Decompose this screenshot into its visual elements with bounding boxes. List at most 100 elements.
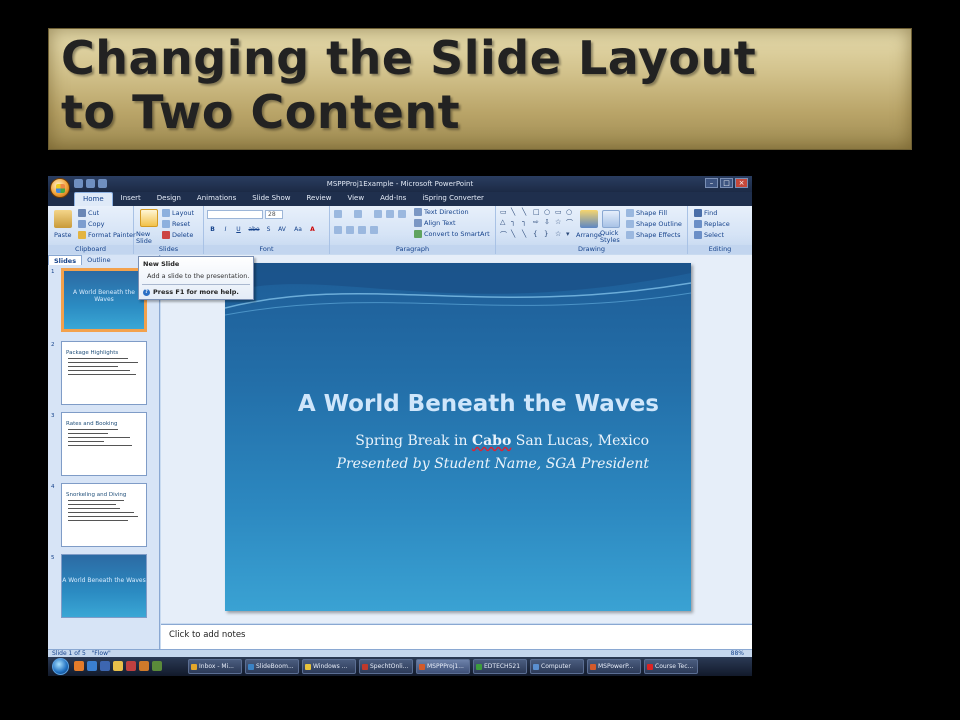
spacing-button[interactable]: AV xyxy=(276,226,288,234)
folder-icon[interactable] xyxy=(113,661,123,671)
shape-outline-button[interactable]: Shape Outline xyxy=(626,220,682,228)
tab-slides[interactable]: Slides xyxy=(48,255,83,265)
shape-icon[interactable]: ⇨ xyxy=(533,218,542,228)
office-button[interactable] xyxy=(50,178,70,198)
cut-button[interactable]: Cut xyxy=(78,209,99,217)
shape-icon[interactable]: ╲ xyxy=(511,230,520,240)
shape-icon[interactable]: △ xyxy=(500,218,509,228)
shape-icon[interactable]: ┐ xyxy=(522,218,531,228)
numbering-icon[interactable] xyxy=(354,210,362,218)
delete-button[interactable]: Delete xyxy=(162,231,193,239)
align-right-icon[interactable] xyxy=(358,226,366,234)
notes-pane[interactable]: Click to add notes xyxy=(161,624,752,649)
line-spacing-icon[interactable] xyxy=(398,210,406,218)
select-button[interactable]: Select xyxy=(694,231,724,239)
app-icon[interactable] xyxy=(139,661,149,671)
close-button[interactable]: × xyxy=(735,178,748,188)
shape-icon[interactable]: ○ xyxy=(566,208,575,216)
taskbar-item[interactable]: Computer xyxy=(530,659,584,674)
tab-ispring[interactable]: iSpring Converter xyxy=(414,192,492,206)
shape-icon[interactable]: ☆ xyxy=(555,230,564,240)
shape-icon[interactable]: ╲ xyxy=(511,208,520,216)
format-painter-button[interactable]: Format Painter xyxy=(78,231,136,239)
strikethrough-button[interactable]: abe xyxy=(247,226,261,234)
increase-indent-icon[interactable] xyxy=(386,210,394,218)
shape-icon[interactable]: } xyxy=(544,230,553,240)
font-size-field[interactable]: 28 xyxy=(265,210,283,219)
slide-thumbnail[interactable]: A World Beneath the Waves xyxy=(61,554,147,618)
arrange-button[interactable]: Arrange xyxy=(576,231,602,239)
align-text-button[interactable]: Align Text xyxy=(414,219,456,227)
shape-icon[interactable]: ▾ xyxy=(566,230,575,240)
tab-home[interactable]: Home xyxy=(74,192,113,206)
outlook-icon[interactable] xyxy=(100,661,110,671)
shape-icon[interactable]: ⌒ xyxy=(500,230,509,240)
decrease-indent-icon[interactable] xyxy=(374,210,382,218)
taskbar-item[interactable]: MSPPProj1... xyxy=(416,659,470,674)
shape-effects-button[interactable]: Shape Effects xyxy=(626,231,681,239)
start-button[interactable] xyxy=(52,658,69,675)
find-button[interactable]: Find xyxy=(694,209,717,217)
quick-styles-button[interactable]: Quick Styles xyxy=(600,230,622,244)
taskbar-item[interactable]: MSPowerP... xyxy=(587,659,641,674)
font-color-button[interactable]: A xyxy=(308,226,317,234)
align-center-icon[interactable] xyxy=(346,226,354,234)
minimize-button[interactable]: – xyxy=(705,178,718,188)
shape-fill-button[interactable]: Shape Fill xyxy=(626,209,667,217)
shape-icon[interactable]: □ xyxy=(533,208,542,216)
shape-icon[interactable]: ╲ xyxy=(522,230,531,240)
slide-canvas[interactable]: A World Beneath the Waves Spring Break i… xyxy=(225,263,691,611)
taskbar-item[interactable]: Inbox - Mi... xyxy=(188,659,242,674)
copy-button[interactable]: Copy xyxy=(78,220,105,228)
taskbar-item[interactable]: SlideBoom... xyxy=(245,659,299,674)
shape-icon[interactable]: { xyxy=(533,230,542,240)
tab-add-ins[interactable]: Add-Ins xyxy=(372,192,414,206)
ie-icon[interactable] xyxy=(87,661,97,671)
align-left-icon[interactable] xyxy=(334,226,342,234)
app-icon[interactable] xyxy=(126,661,136,671)
change-case-button[interactable]: Aa xyxy=(292,226,304,234)
shape-icon[interactable]: ☆ xyxy=(555,218,564,228)
tab-outline[interactable]: Outline xyxy=(82,255,116,265)
new-slide-icon[interactable] xyxy=(140,209,158,227)
arrange-icon[interactable] xyxy=(580,210,598,228)
tab-view[interactable]: View xyxy=(339,192,372,206)
text-direction-button[interactable]: Text Direction xyxy=(414,208,469,216)
taskbar-item[interactable]: EDTECH521 xyxy=(473,659,527,674)
italic-button[interactable]: I xyxy=(221,226,230,234)
tab-review[interactable]: Review xyxy=(298,192,339,206)
justify-icon[interactable] xyxy=(370,226,378,234)
maximize-button[interactable]: □ xyxy=(720,178,733,188)
bold-button[interactable]: B xyxy=(208,226,217,234)
tab-slide-show[interactable]: Slide Show xyxy=(244,192,298,206)
slide-thumbnail[interactable]: A World Beneath the Waves xyxy=(61,268,147,332)
zoom-level[interactable]: 88% xyxy=(731,650,744,657)
bullets-icon[interactable] xyxy=(334,210,342,218)
replace-button[interactable]: Replace xyxy=(694,220,730,228)
convert-smartart-button[interactable]: Convert to SmartArt xyxy=(414,230,490,238)
paste-button[interactable]: Paste xyxy=(54,231,72,239)
new-slide-button[interactable]: New Slide xyxy=(136,231,164,245)
shape-icon[interactable]: ○ xyxy=(544,208,553,216)
tab-insert[interactable]: Insert xyxy=(113,192,149,206)
shape-icon[interactable]: ⌒ xyxy=(566,218,575,228)
firefox-icon[interactable] xyxy=(74,661,84,671)
shapes-gallery[interactable]: ▭ ╲ ╲ □ ○ ▭ ○ △ ┐ ┐ ⇨ ⇩ ☆ ⌒ ⌒ ╲ ╲{} ☆ ▾ xyxy=(500,208,575,240)
font-name-field[interactable] xyxy=(207,210,263,219)
app-icon[interactable] xyxy=(152,661,162,671)
underline-button[interactable]: U xyxy=(234,226,243,234)
tab-design[interactable]: Design xyxy=(149,192,189,206)
shape-icon[interactable]: ┐ xyxy=(511,218,520,228)
slide-thumbnail[interactable]: Package Highlights xyxy=(61,341,147,405)
paste-icon[interactable] xyxy=(54,210,72,228)
tab-animations[interactable]: Animations xyxy=(189,192,244,206)
shape-icon[interactable]: ⇩ xyxy=(544,218,553,228)
taskbar-item[interactable]: Windows ... xyxy=(302,659,356,674)
layout-button[interactable]: Layout xyxy=(162,209,194,217)
shadow-button[interactable]: S xyxy=(264,226,273,234)
taskbar-item[interactable]: SpechtOnli... xyxy=(359,659,413,674)
slide-thumbnail[interactable]: Rates and Booking xyxy=(61,412,147,476)
slide-thumbnail[interactable]: Snorkeling and Diving xyxy=(61,483,147,547)
shape-icon[interactable]: ▭ xyxy=(500,208,509,216)
reset-button[interactable]: Reset xyxy=(162,220,190,228)
